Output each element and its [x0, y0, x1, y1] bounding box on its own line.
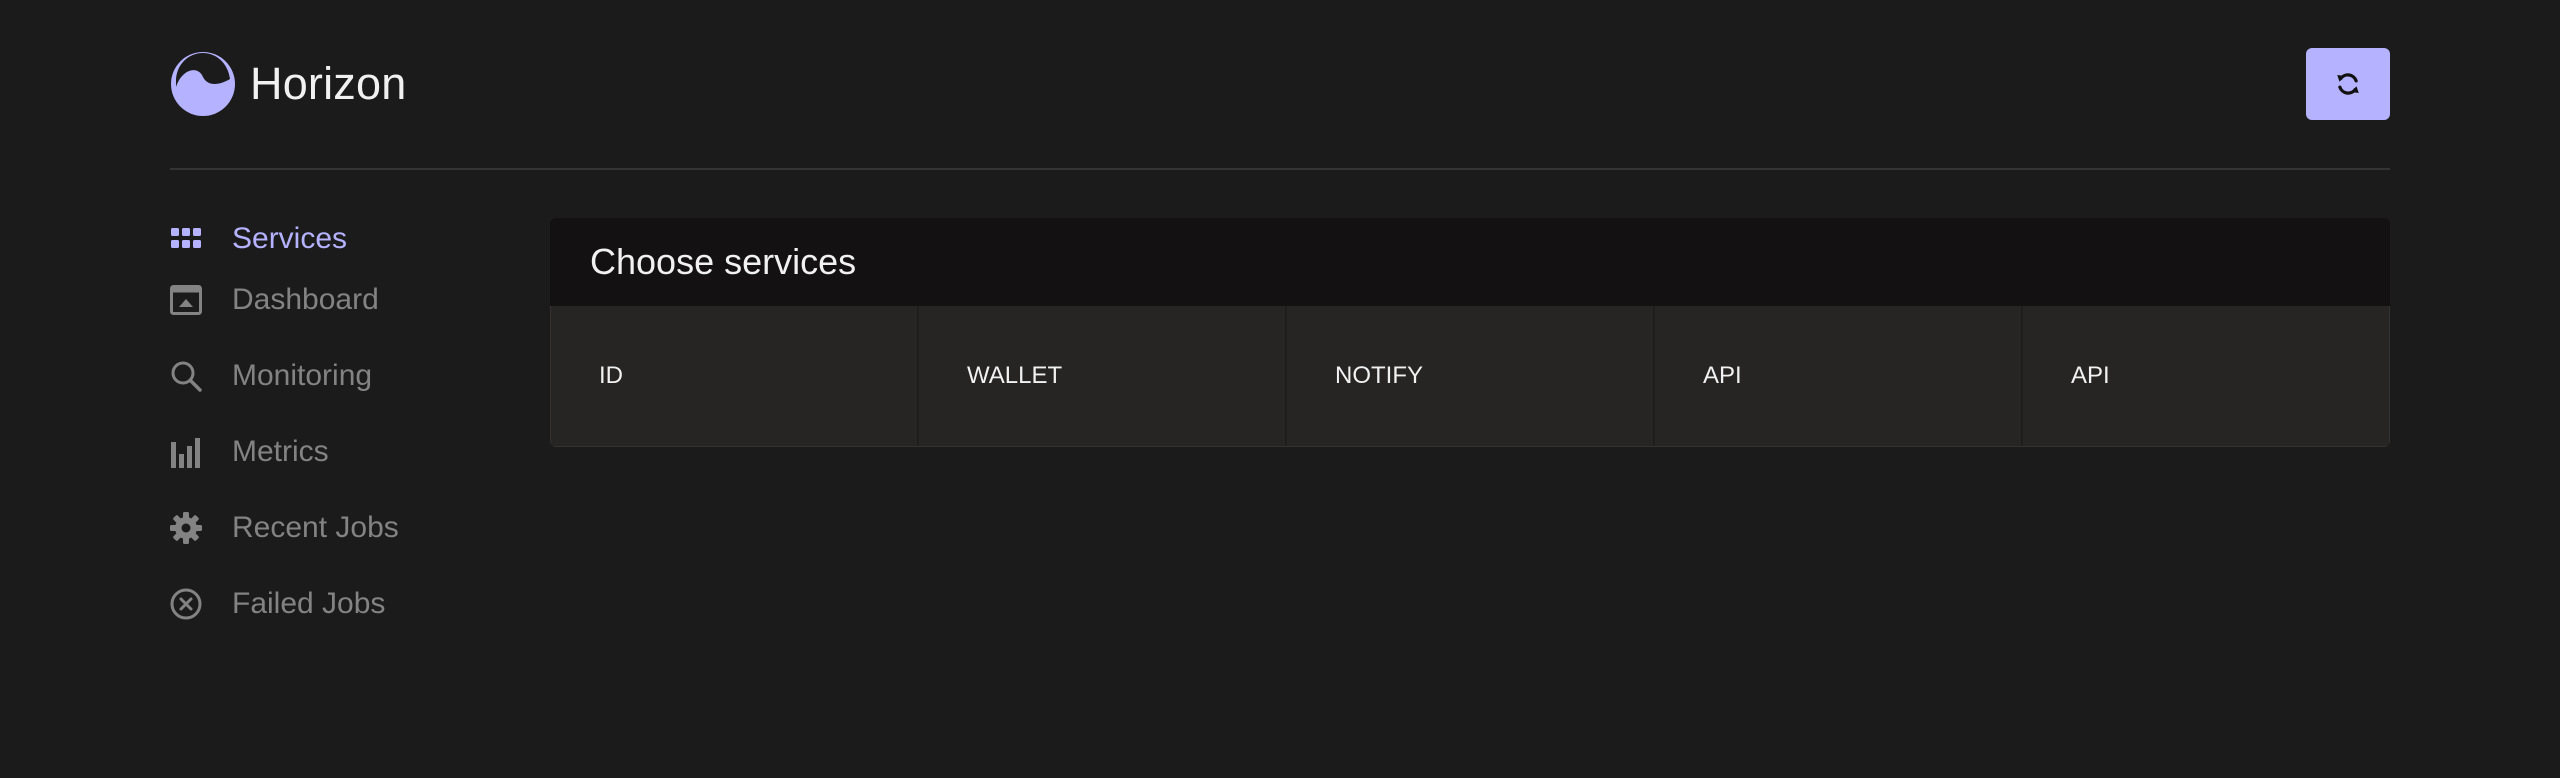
- refresh-button[interactable]: [2306, 48, 2390, 120]
- sidebar-item-label: Dashboard: [232, 283, 379, 316]
- sidebar-item-label: Metrics: [232, 435, 329, 468]
- header: Horizon: [170, 0, 2390, 170]
- service-label: ID: [599, 362, 623, 389]
- panel-title: Choose services: [590, 241, 857, 282]
- sidebar-item-label: Services: [232, 222, 348, 255]
- service-label: API: [2071, 362, 2110, 389]
- sidebar-item-monitoring[interactable]: Monitoring: [170, 351, 372, 401]
- grid-icon: [170, 223, 202, 255]
- sidebar-item-failed-jobs[interactable]: Failed Jobs: [170, 579, 385, 629]
- dashboard-icon: [170, 284, 202, 316]
- sidebar-item-services[interactable]: Services: [170, 214, 347, 264]
- service-option-wallet[interactable]: WALLET: [919, 306, 1287, 446]
- service-option-api[interactable]: API: [1655, 306, 2023, 446]
- service-label: NOTIFY: [1335, 362, 1423, 389]
- sidebar-item-metrics[interactable]: Metrics: [170, 427, 329, 477]
- services-row: ID WALLET NOTIFY API API: [550, 306, 2390, 447]
- panel-header: Choose services: [550, 218, 2390, 306]
- service-option-api-2[interactable]: API: [2023, 306, 2389, 446]
- service-label: WALLET: [967, 362, 1063, 389]
- brand[interactable]: Horizon: [170, 51, 406, 117]
- page: Horizon Services Dashboard Monitoring Me…: [0, 0, 2560, 778]
- services-panel: Choose services ID WALLET NOTIFY API API: [550, 218, 2390, 447]
- sidebar-item-label: Monitoring: [232, 359, 373, 392]
- sidebar-item-recent-jobs[interactable]: Recent Jobs: [170, 503, 399, 553]
- app-title: Horizon: [250, 58, 407, 109]
- service-option-notify[interactable]: NOTIFY: [1287, 306, 1655, 446]
- gear-icon: [170, 512, 202, 544]
- service-option-id[interactable]: ID: [551, 306, 919, 446]
- sidebar-item-label: Recent Jobs: [232, 511, 399, 544]
- bar-chart-icon: [170, 436, 202, 468]
- sidebar-item-label: Failed Jobs: [232, 587, 386, 620]
- horizon-logo-icon: [171, 52, 235, 116]
- refresh-icon: [2337, 73, 2359, 95]
- sidebar-item-dashboard[interactable]: Dashboard: [170, 275, 379, 325]
- service-label: API: [1703, 362, 1742, 389]
- search-icon: [170, 360, 202, 392]
- x-circle-icon: [170, 588, 202, 620]
